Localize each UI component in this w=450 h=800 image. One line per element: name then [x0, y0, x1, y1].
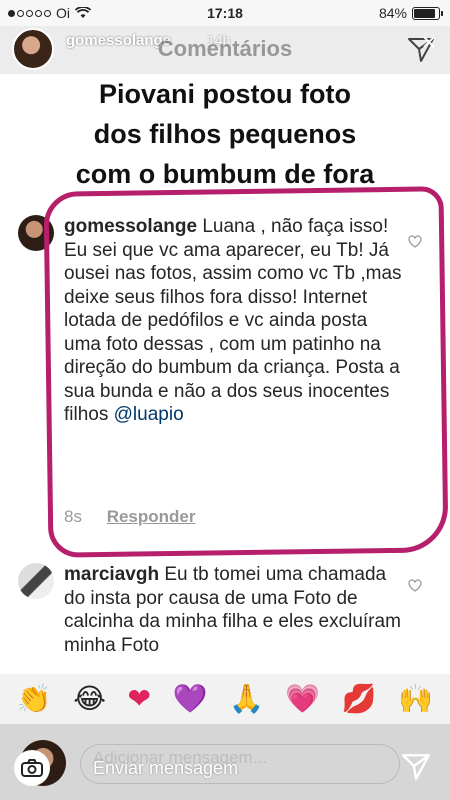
like-heart-icon[interactable]: [407, 577, 423, 593]
clapping-hands-emoji[interactable]: 👏: [17, 683, 52, 715]
red-heart-emoji[interactable]: ❤: [128, 683, 151, 715]
comment-avatar[interactable]: [18, 215, 54, 251]
story-caption-line-1: Piovani postou foto: [0, 74, 450, 115]
folded-hands-emoji[interactable]: 🙏: [229, 683, 264, 715]
battery-icon: [412, 6, 443, 20]
comment-username[interactable]: gomessolange: [64, 216, 197, 237]
comment-text: gomessolange Luana , não faça isso! Eu s…: [64, 215, 404, 427]
camera-button[interactable]: [14, 750, 50, 786]
quick-reaction-bar: 👏 😂 ❤ 💜 🙏 💗 💋 🙌: [0, 674, 450, 724]
sparkling-heart-emoji[interactable]: 💗: [285, 683, 320, 715]
comment-time: 8s: [64, 507, 82, 526]
story-caption-line-2: dos filhos pequenos: [0, 114, 450, 155]
comment-avatar[interactable]: [18, 563, 54, 599]
message-input[interactable]: Adicionar mensagem... Enviar mensagem: [80, 744, 400, 784]
send-direct-icon[interactable]: [406, 34, 436, 64]
tears-of-joy-emoji[interactable]: 😂: [73, 683, 106, 715]
like-heart-icon[interactable]: [407, 233, 423, 249]
message-bar: Adicionar mensagem... Enviar mensagem: [0, 724, 450, 800]
comment-text: marciavgh Eu tb tomei uma chamada do ins…: [64, 563, 404, 659]
status-bar: Oi 17:18 84%: [0, 0, 450, 26]
send-icon[interactable]: [400, 750, 432, 782]
camera-icon: [21, 759, 43, 777]
comment-mention[interactable]: @luapio: [114, 404, 184, 425]
story-header: gomessolange 14h Comentários: [0, 26, 450, 74]
comment-body: Luana , não faça isso! Eu sei que vc ama…: [64, 216, 402, 425]
battery-info: 84%: [378, 5, 443, 21]
raising-hands-emoji[interactable]: 🙌: [398, 683, 433, 715]
comment-meta: 8s Responder: [64, 507, 196, 527]
battery-percent: 84%: [378, 5, 407, 21]
message-placeholder: Enviar mensagem: [93, 758, 239, 778]
purple-heart-emoji[interactable]: 💜: [173, 683, 208, 715]
comment-username[interactable]: marciavgh: [64, 564, 159, 585]
story-caption-line-3: com o bumbum de fora: [0, 154, 450, 195]
kiss-mark-emoji[interactable]: 💋: [342, 683, 377, 715]
comments-panel-title: Comentários: [157, 36, 293, 61]
reply-button[interactable]: Responder: [107, 507, 196, 526]
